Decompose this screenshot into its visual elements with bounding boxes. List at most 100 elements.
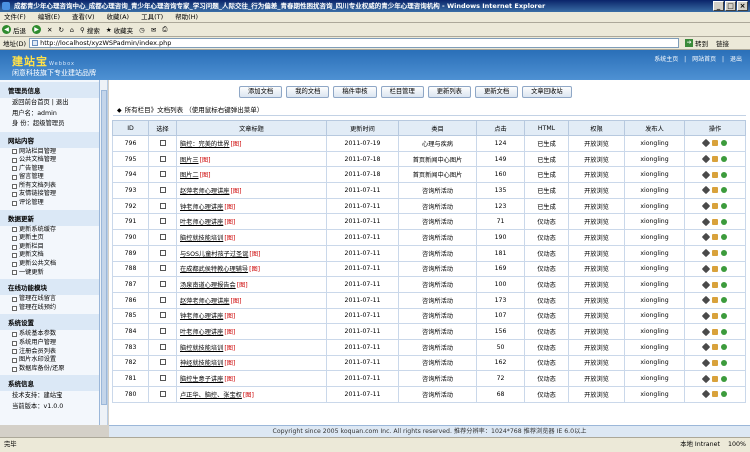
- menu-favorites[interactable]: 收藏(A): [107, 12, 130, 22]
- row-title-link[interactable]: 在成都武侯特教心理辅导: [180, 266, 248, 273]
- row-title-link[interactable]: 钟老师心理讲座: [180, 313, 223, 320]
- edit-icon[interactable]: [712, 281, 718, 288]
- preview-icon[interactable]: [721, 234, 727, 241]
- row-checkbox[interactable]: [159, 312, 166, 319]
- view-icon[interactable]: [701, 358, 711, 368]
- row-title-link[interactable]: 钟老师心理讲座: [180, 204, 223, 211]
- menu-help[interactable]: 帮助(H): [175, 12, 198, 22]
- sidebar-item[interactable]: 更新主页: [0, 234, 99, 243]
- row-title-link[interactable]: 叶老师心理讲座: [180, 329, 223, 336]
- print-button[interactable]: ⎙: [162, 25, 167, 34]
- edit-icon[interactable]: [712, 265, 718, 272]
- history-button[interactable]: ◷: [139, 26, 145, 34]
- sidebar-item[interactable]: 广告管理: [0, 165, 99, 174]
- system-home-link[interactable]: 系统主页: [654, 56, 678, 63]
- view-icon[interactable]: [701, 233, 711, 242]
- sidebar-item[interactable]: 更新文档: [0, 251, 99, 260]
- sidebar-item[interactable]: 管理在线预约: [0, 304, 99, 313]
- sidebar-item[interactable]: 一键更新: [0, 269, 99, 278]
- preview-icon[interactable]: [721, 312, 727, 319]
- view-icon[interactable]: [701, 154, 711, 164]
- preview-icon[interactable]: [721, 218, 727, 225]
- row-title-link[interactable]: 神经就技能培训: [180, 360, 223, 367]
- row-title-link[interactable]: 脑控生意子讲座: [180, 376, 223, 383]
- scrollbar-thumb[interactable]: [101, 90, 107, 405]
- site-home-link[interactable]: 网站首页: [692, 56, 716, 63]
- refresh-button[interactable]: ↻: [58, 26, 63, 34]
- edit-icon[interactable]: [712, 344, 718, 351]
- col-id[interactable]: ID: [112, 120, 149, 136]
- row-checkbox[interactable]: [159, 375, 166, 382]
- preview-icon[interactable]: [721, 297, 727, 304]
- sidebar-item[interactable]: 网站栏目管理: [0, 148, 99, 157]
- view-icon[interactable]: [701, 374, 711, 383]
- edit-icon[interactable]: [712, 312, 718, 319]
- preview-icon[interactable]: [721, 391, 727, 398]
- preview-icon[interactable]: [721, 375, 727, 382]
- row-checkbox[interactable]: [159, 328, 166, 335]
- column-manage-button[interactable]: 栏目管理: [380, 86, 424, 98]
- menu-edit[interactable]: 编辑(E): [38, 12, 60, 22]
- view-icon[interactable]: [701, 170, 711, 179]
- mail-button[interactable]: ✉: [151, 26, 156, 34]
- preview-icon[interactable]: [721, 328, 727, 335]
- sidebar-item[interactable]: 更新公共文档: [0, 260, 99, 269]
- preview-icon[interactable]: [721, 140, 727, 147]
- preview-icon[interactable]: [721, 265, 727, 272]
- row-title-link[interactable]: 脑控：完美的世界: [180, 141, 230, 148]
- back-button[interactable]: ◀ 后退: [2, 25, 26, 35]
- edit-icon[interactable]: [712, 187, 718, 194]
- sidebar-item[interactable]: 数据库备份/还原: [0, 365, 99, 374]
- col-title[interactable]: 文章标题: [176, 120, 327, 136]
- row-checkbox[interactable]: [159, 202, 166, 209]
- preview-icon[interactable]: [721, 344, 727, 351]
- favorites-button[interactable]: ★ 收藏夹: [106, 25, 133, 35]
- row-title-link[interactable]: 赵萍老师心理讲座: [180, 188, 230, 195]
- preview-icon[interactable]: [721, 187, 727, 194]
- row-title-link[interactable]: 图片三: [180, 157, 199, 164]
- go-button[interactable]: ➔ 转到: [685, 38, 708, 48]
- logout-link[interactable]: 退出: [730, 56, 742, 63]
- row-checkbox[interactable]: [159, 296, 166, 303]
- my-documents-button[interactable]: 我的文档: [286, 86, 330, 98]
- maximize-button[interactable]: □: [725, 1, 736, 11]
- links-button[interactable]: 链接: [716, 38, 729, 48]
- preview-icon[interactable]: [721, 203, 727, 210]
- view-icon[interactable]: [701, 343, 711, 352]
- view-icon[interactable]: [701, 264, 711, 274]
- row-checkbox[interactable]: [159, 139, 166, 146]
- search-button[interactable]: ⚲ 搜索: [80, 25, 100, 35]
- edit-icon[interactable]: [712, 140, 718, 147]
- view-icon[interactable]: [701, 280, 711, 289]
- edit-icon[interactable]: [712, 156, 718, 163]
- row-checkbox[interactable]: [159, 265, 166, 272]
- view-icon[interactable]: [701, 186, 711, 195]
- sidebar-item[interactable]: 注册会员列表: [0, 348, 99, 357]
- row-checkbox[interactable]: [159, 218, 166, 225]
- edit-icon[interactable]: [712, 297, 718, 304]
- view-icon[interactable]: [701, 295, 711, 305]
- row-checkbox[interactable]: [159, 249, 166, 256]
- preview-icon[interactable]: [721, 359, 727, 366]
- view-icon[interactable]: [701, 327, 711, 336]
- sidebar-admin-links[interactable]: 返回前台首页 | 退出: [0, 98, 99, 109]
- sidebar-item[interactable]: 友情链接管理: [0, 190, 99, 199]
- update-list-button[interactable]: 更新列表: [427, 86, 471, 98]
- row-checkbox[interactable]: [159, 171, 166, 178]
- view-icon[interactable]: [701, 390, 711, 399]
- edit-icon[interactable]: [712, 359, 718, 366]
- preview-icon[interactable]: [721, 281, 727, 288]
- add-document-button[interactable]: 添加文档: [239, 86, 283, 98]
- row-title-link[interactable]: 脑控就技能培训: [180, 235, 223, 242]
- menu-tools[interactable]: 工具(T): [141, 12, 163, 22]
- minimize-button[interactable]: _: [713, 1, 724, 11]
- preview-icon[interactable]: [721, 171, 727, 178]
- review-button[interactable]: 稿件审核: [333, 86, 377, 98]
- sidebar-item[interactable]: 更新系统缓存: [0, 226, 99, 235]
- menu-view[interactable]: 查看(V): [72, 12, 95, 22]
- sidebar-item[interactable]: 留言管理: [0, 173, 99, 182]
- row-checkbox[interactable]: [159, 281, 166, 288]
- edit-icon[interactable]: [712, 375, 718, 382]
- sidebar-item[interactable]: 系统用户管理: [0, 339, 99, 348]
- row-checkbox[interactable]: [159, 155, 166, 162]
